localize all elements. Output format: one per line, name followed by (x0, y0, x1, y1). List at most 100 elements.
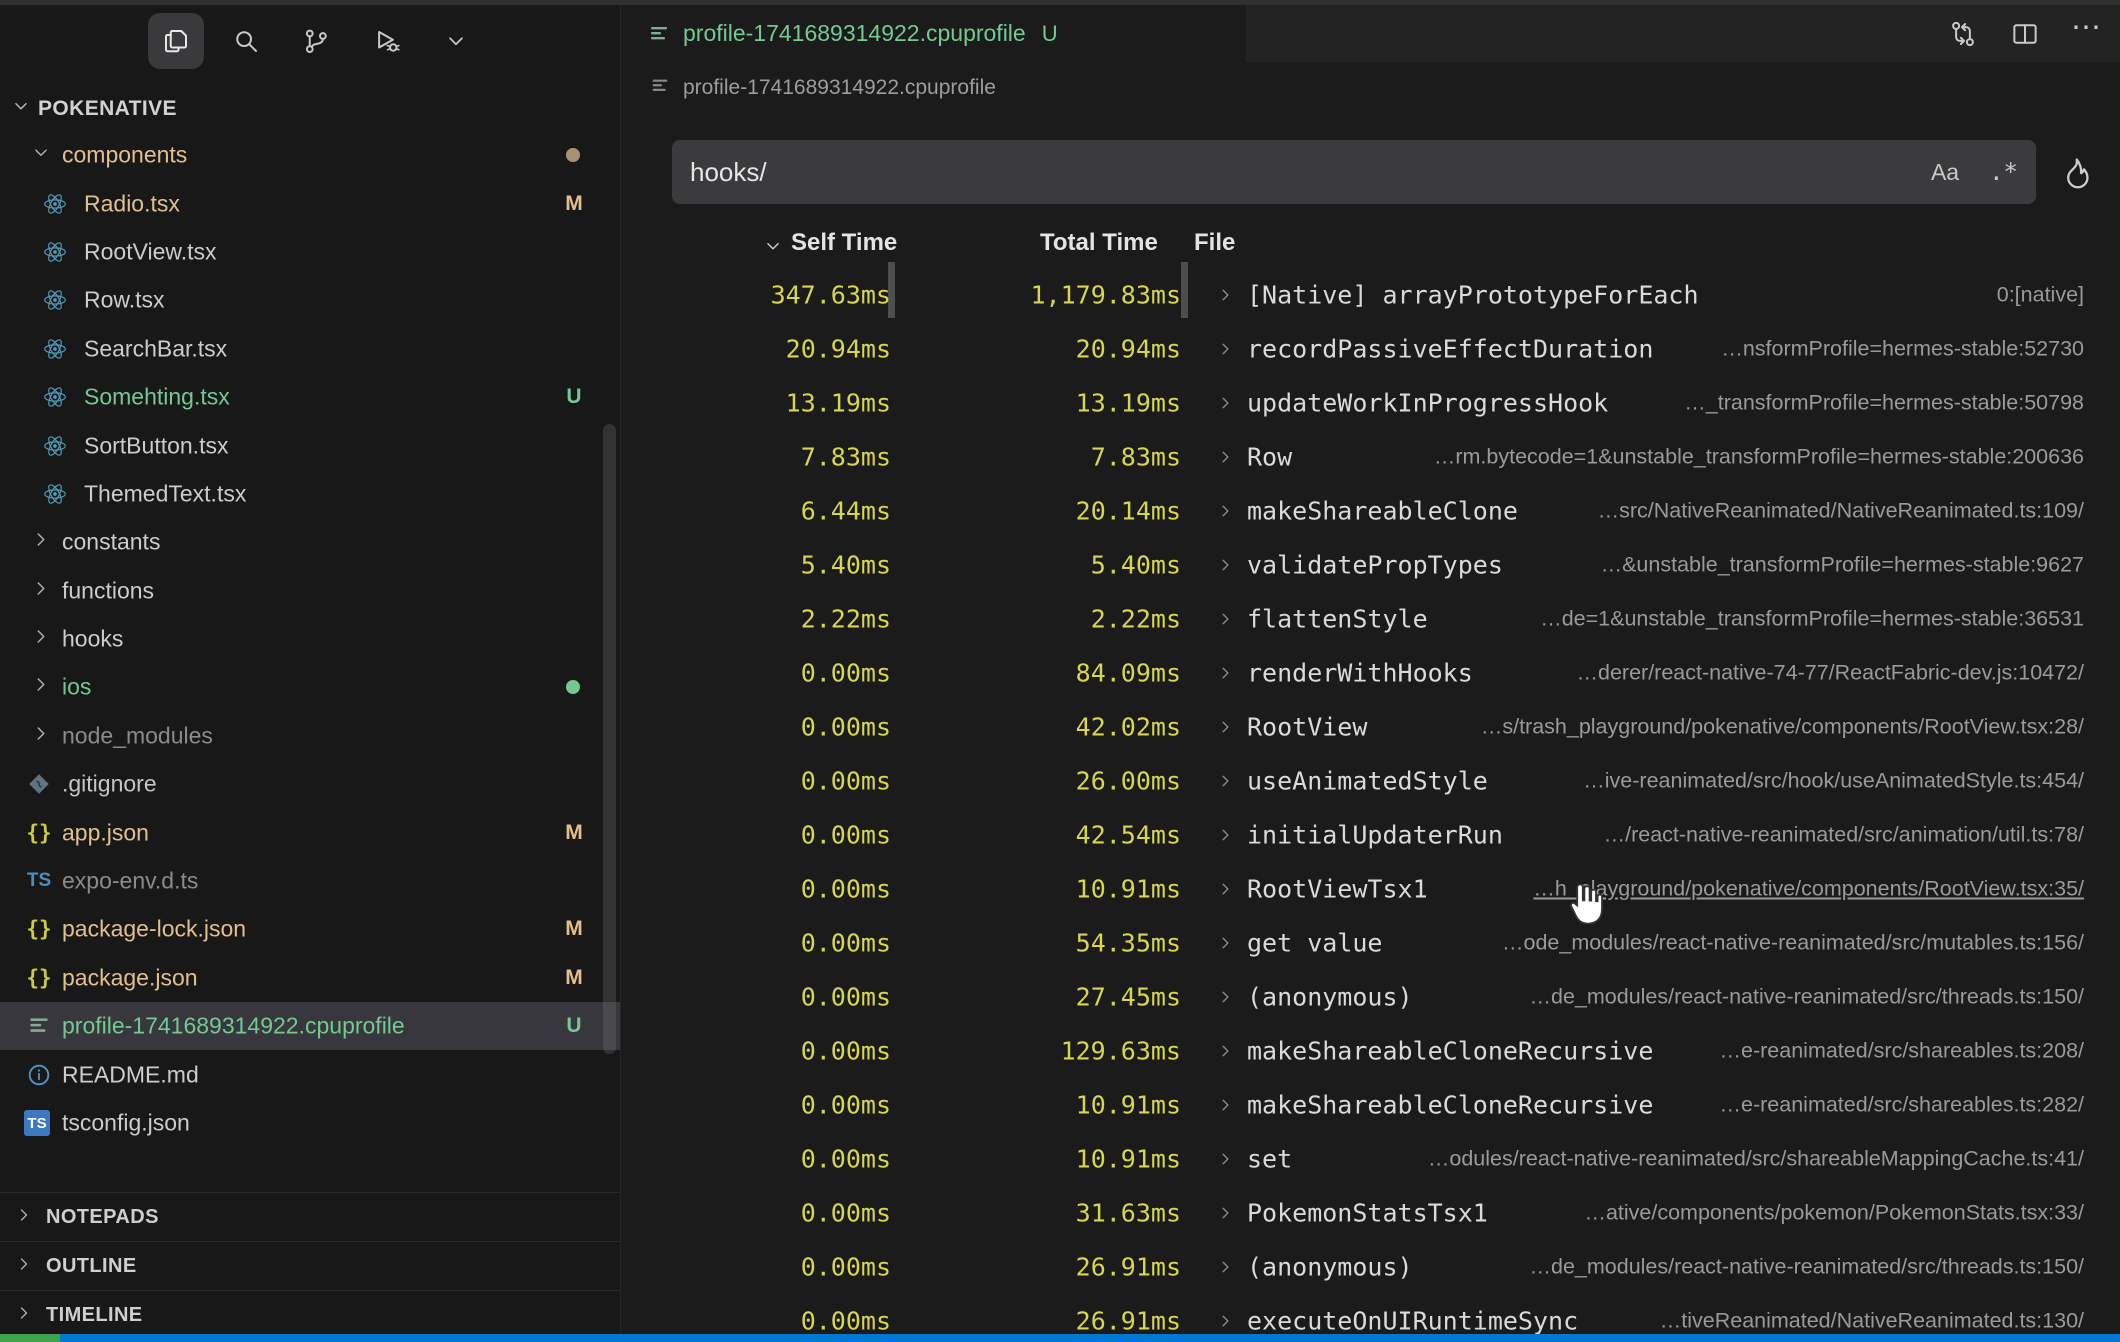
panel-header-timeline[interactable]: TIMELINE (0, 1290, 620, 1339)
tree-file-rootview-tsx[interactable]: RootView.tsx (0, 228, 620, 276)
file-location-link[interactable]: …de_modules/react-native-reanimated/src/… (1530, 985, 2085, 1010)
file-location-link[interactable]: …de=1&unstable_transformProfile=hermes-s… (1540, 607, 2084, 632)
chevron-right-icon[interactable] (1216, 988, 1235, 1007)
file-location-link[interactable]: 0:[native] (1997, 283, 2084, 308)
flame-graph-icon[interactable] (2058, 155, 2092, 189)
tree-folder-constants[interactable]: constants (0, 518, 620, 566)
status-remote-segment[interactable] (0, 1334, 60, 1342)
more-actions-icon[interactable]: ⋯ (2070, 11, 2104, 57)
profile-table-row[interactable]: 0.00ms42.02msRootView…s/trash_playground… (621, 700, 2120, 754)
chevron-right-icon[interactable] (1216, 826, 1235, 845)
workspace-root-row[interactable]: POKENATIVE (0, 86, 620, 131)
file-location-link[interactable]: …odules/react-native-reanimated/src/shar… (1428, 1147, 2084, 1172)
function-cell[interactable]: RootViewTsx1 (1216, 875, 1428, 904)
tree-folder-ios[interactable]: ios (0, 663, 620, 711)
chevron-right-icon[interactable] (1216, 340, 1235, 359)
profile-table-row[interactable]: 0.00ms129.63msmakeShareableCloneRecursiv… (621, 1024, 2120, 1078)
tree-file-themedtext-tsx[interactable]: ThemedText.tsx (0, 470, 620, 518)
profile-table-row[interactable]: 7.83ms7.83msRow…rm.bytecode=1&unstable_t… (621, 430, 2120, 484)
file-location-link[interactable]: …de_modules/react-native-reanimated/src/… (1530, 1255, 2085, 1280)
tree-file-readme-md[interactable]: README.md (0, 1050, 620, 1098)
chevron-right-icon[interactable] (1216, 664, 1235, 683)
chevron-right-icon[interactable] (1216, 1258, 1235, 1277)
profile-table-row[interactable]: 0.00ms26.00msuseAnimatedStyle…ive-reanim… (621, 754, 2120, 808)
function-cell[interactable]: [Native] arrayPrototypeForEach (1216, 281, 1699, 310)
function-cell[interactable]: (anonymous) (1216, 1253, 1413, 1282)
file-location-link[interactable]: …e-reanimated/src/shareables.ts:208/ (1720, 1039, 2084, 1064)
match-case-toggle[interactable]: Aa (1931, 159, 1959, 186)
tree-folder-hooks[interactable]: hooks (0, 615, 620, 663)
tree-file-radio-tsx[interactable]: Radio.tsxM (0, 179, 620, 227)
profile-table-row[interactable]: 13.19ms13.19msupdateWorkInProgressHook…_… (621, 376, 2120, 430)
function-cell[interactable]: updateWorkInProgressHook (1216, 389, 1608, 418)
tree-file-sortbutton-tsx[interactable]: SortButton.tsx (0, 421, 620, 469)
file-location-link[interactable]: …ative/components/pokemon/PokemonStats.t… (1584, 1201, 2084, 1226)
function-cell[interactable]: makeShareableCloneRecursive (1216, 1091, 1653, 1120)
search-icon[interactable] (218, 13, 274, 69)
profile-table-row[interactable]: 0.00ms10.91msRootViewTsx1…h_playground/p… (621, 862, 2120, 916)
tree-file-somehting-tsx[interactable]: Somehting.tsxU (0, 373, 620, 421)
file-location-link[interactable]: …/react-native-reanimated/src/animation/… (1604, 823, 2084, 848)
chevron-right-icon[interactable] (1216, 1096, 1235, 1115)
tree-file-row-tsx[interactable]: Row.tsx (0, 276, 620, 324)
function-cell[interactable]: useAnimatedStyle (1216, 767, 1488, 796)
file-location-link[interactable]: …e-reanimated/src/shareables.ts:282/ (1720, 1093, 2084, 1118)
function-cell[interactable]: set (1216, 1145, 1292, 1174)
function-cell[interactable]: Row (1216, 443, 1292, 472)
chevron-right-icon[interactable] (1216, 502, 1235, 521)
regex-toggle[interactable]: .* (1989, 158, 2018, 186)
profile-table-row[interactable]: 0.00ms26.91msexecuteOnUIRuntimeSync…tive… (621, 1294, 2120, 1334)
chevron-right-icon[interactable] (1216, 934, 1235, 953)
file-location-link[interactable]: …h_playground/pokenative/components/Root… (1533, 877, 2084, 902)
tree-file-tsconfig-json[interactable]: TStsconfig.json (0, 1099, 620, 1147)
profile-table-row[interactable]: 5.40ms5.40msvalidatePropTypes…&unstable_… (621, 538, 2120, 592)
file-location-link[interactable]: …rm.bytecode=1&unstable_transformProfile… (1434, 445, 2084, 470)
files-icon[interactable] (148, 13, 204, 69)
file-location-link[interactable]: …nsformProfile=hermes-stable:52730 (1721, 337, 2084, 362)
chevron-right-icon[interactable] (1216, 610, 1235, 629)
function-cell[interactable]: validatePropTypes (1216, 551, 1503, 580)
file-location-link[interactable]: …tiveReanimated/NativeReanimated.ts:130/ (1660, 1309, 2084, 1334)
chevron-right-icon[interactable] (1216, 448, 1235, 467)
filter-input[interactable]: hooks/ Aa .* (672, 140, 2036, 204)
function-cell[interactable]: PokemonStatsTsx1 (1216, 1199, 1488, 1228)
chevron-right-icon[interactable] (1216, 1204, 1235, 1223)
profile-table-row[interactable]: 0.00ms84.09msrenderWithHooks…derer/react… (621, 646, 2120, 700)
sidebar-scrollbar[interactable] (603, 424, 616, 1054)
chevron-right-icon[interactable] (1216, 718, 1235, 737)
chevron-right-icon[interactable] (1216, 772, 1235, 791)
function-cell[interactable]: RootView (1216, 713, 1367, 742)
profile-table-row[interactable]: 0.00ms26.91ms(anonymous)…de_modules/reac… (621, 1240, 2120, 1294)
profile-table-row[interactable]: 6.44ms20.14msmakeShareableClone…src/Nati… (621, 484, 2120, 538)
tab-cpuprofile[interactable]: profile-1741689314922.cpuprofile U (621, 5, 1246, 62)
profile-table-row[interactable]: 0.00ms27.45ms(anonymous)…de_modules/reac… (621, 970, 2120, 1024)
tree-folder-functions[interactable]: functions (0, 567, 620, 615)
chevron-right-icon[interactable] (1216, 1042, 1235, 1061)
file-location-link[interactable]: …ode_modules/react-native-reanimated/src… (1502, 931, 2084, 956)
file-location-link[interactable]: …derer/react-native-74-77/ReactFabric-de… (1577, 661, 2084, 686)
function-cell[interactable]: recordPassiveEffectDuration (1216, 335, 1653, 364)
function-cell[interactable]: makeShareableClone (1216, 497, 1518, 526)
split-editor-icon[interactable] (2008, 17, 2042, 51)
status-main-segment[interactable] (60, 1334, 2120, 1342)
profile-table-row[interactable]: 0.00ms42.54msinitialUpdaterRun…/react-na… (621, 808, 2120, 862)
chevron-right-icon[interactable] (1216, 1312, 1235, 1331)
function-cell[interactable]: makeShareableCloneRecursive (1216, 1037, 1653, 1066)
column-header-self-time[interactable]: Self Time (791, 229, 897, 257)
panel-header-notepads[interactable]: NOTEPADS (0, 1192, 620, 1241)
tree-folder-components[interactable]: components (0, 131, 620, 179)
chevron-right-icon[interactable] (1216, 286, 1235, 305)
tree-file-expo-env-d-ts[interactable]: TSexpo-env.d.ts (0, 857, 620, 905)
tree-file-package-json[interactable]: {}package.jsonM (0, 954, 620, 1002)
profile-table-row[interactable]: 2.22ms2.22msflattenStyle…de=1&unstable_t… (621, 592, 2120, 646)
function-cell[interactable]: (anonymous) (1216, 983, 1413, 1012)
tree-file--gitignore[interactable]: .gitignore (0, 760, 620, 808)
column-header-file[interactable]: File (1194, 229, 1235, 257)
tree-file-package-lock-json[interactable]: {}package-lock.jsonM (0, 905, 620, 953)
chevron-down-icon[interactable] (428, 13, 484, 69)
function-cell[interactable]: get value (1216, 929, 1382, 958)
function-cell[interactable]: executeOnUIRuntimeSync (1216, 1307, 1578, 1335)
column-header-total-time[interactable]: Total Time (1040, 229, 1158, 257)
file-location-link[interactable]: …&unstable_transformProfile=hermes-stabl… (1601, 553, 2084, 578)
function-cell[interactable]: initialUpdaterRun (1216, 821, 1503, 850)
